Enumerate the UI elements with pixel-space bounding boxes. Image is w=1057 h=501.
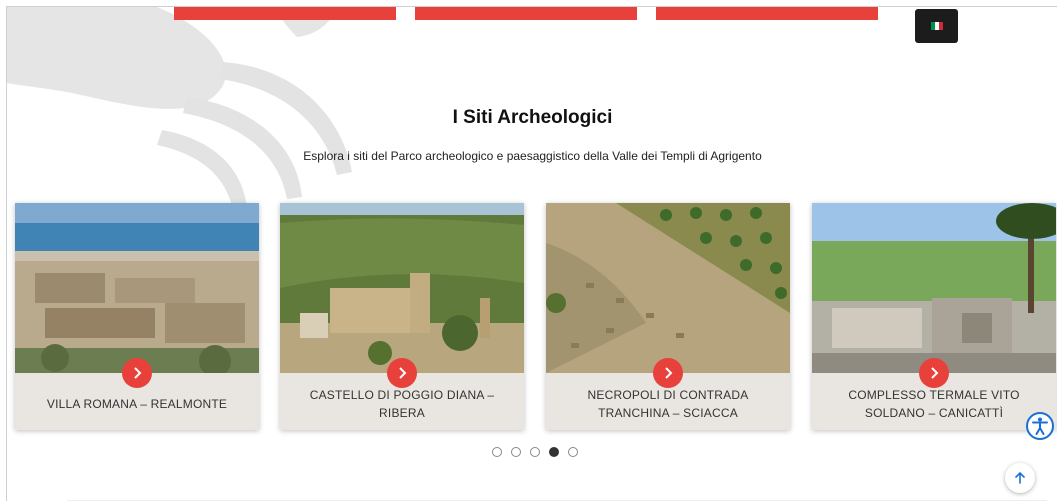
open-site-button[interactable] — [653, 358, 683, 388]
it-flag-icon — [930, 22, 943, 30]
site-card-castello-poggio-diana[interactable]: CASTELLO DI POGGIO DIANA – RIBERA — [280, 203, 524, 430]
section-title: I Siti Archeologici — [452, 107, 613, 128]
chevron-right-icon — [931, 367, 939, 379]
top-menu-bar-3[interactable] — [656, 7, 878, 20]
accessibility-button[interactable] — [1026, 412, 1054, 440]
chevron-right-icon — [665, 367, 673, 379]
open-site-button[interactable] — [122, 358, 152, 388]
open-site-button[interactable] — [919, 358, 949, 388]
chevron-right-icon — [134, 367, 142, 379]
carousel-dot-2[interactable] — [511, 447, 521, 457]
open-site-button[interactable] — [387, 358, 417, 388]
site-photo — [280, 203, 524, 373]
carousel-dot-3[interactable] — [530, 447, 540, 457]
carousel-pagination — [492, 447, 578, 457]
accessibility-icon — [1032, 417, 1048, 435]
page-frame: I Siti Archeologici Esplora i siti del P… — [6, 6, 1057, 501]
top-menu-bar-1[interactable] — [174, 7, 396, 20]
scroll-to-top-button[interactable] — [1005, 463, 1035, 493]
site-card-complesso-termale[interactable]: COMPLESSO TERMALE VITO SOLDANO – CANICAT… — [812, 203, 1056, 430]
site-card-necropoli-tranchina[interactable]: NECROPOLI DI CONTRADA TRANCHINA – SCIACC… — [546, 203, 790, 430]
site-photo — [812, 203, 1056, 373]
arrow-up-icon — [1015, 471, 1025, 484]
section-subtitle: Esplora i siti del Parco archeologico e … — [303, 149, 762, 163]
language-selector-button[interactable] — [915, 9, 958, 43]
site-photo — [546, 203, 790, 373]
carousel-dot-1[interactable] — [492, 447, 502, 457]
site-card-villa-romana[interactable]: VILLA ROMANA – REALMONTE — [15, 203, 259, 430]
carousel-dot-5[interactable] — [568, 447, 578, 457]
carousel-dot-4-active[interactable] — [549, 447, 559, 457]
site-photo — [15, 203, 259, 373]
chevron-right-icon — [399, 367, 407, 379]
top-menu-bar-2[interactable] — [415, 7, 637, 20]
